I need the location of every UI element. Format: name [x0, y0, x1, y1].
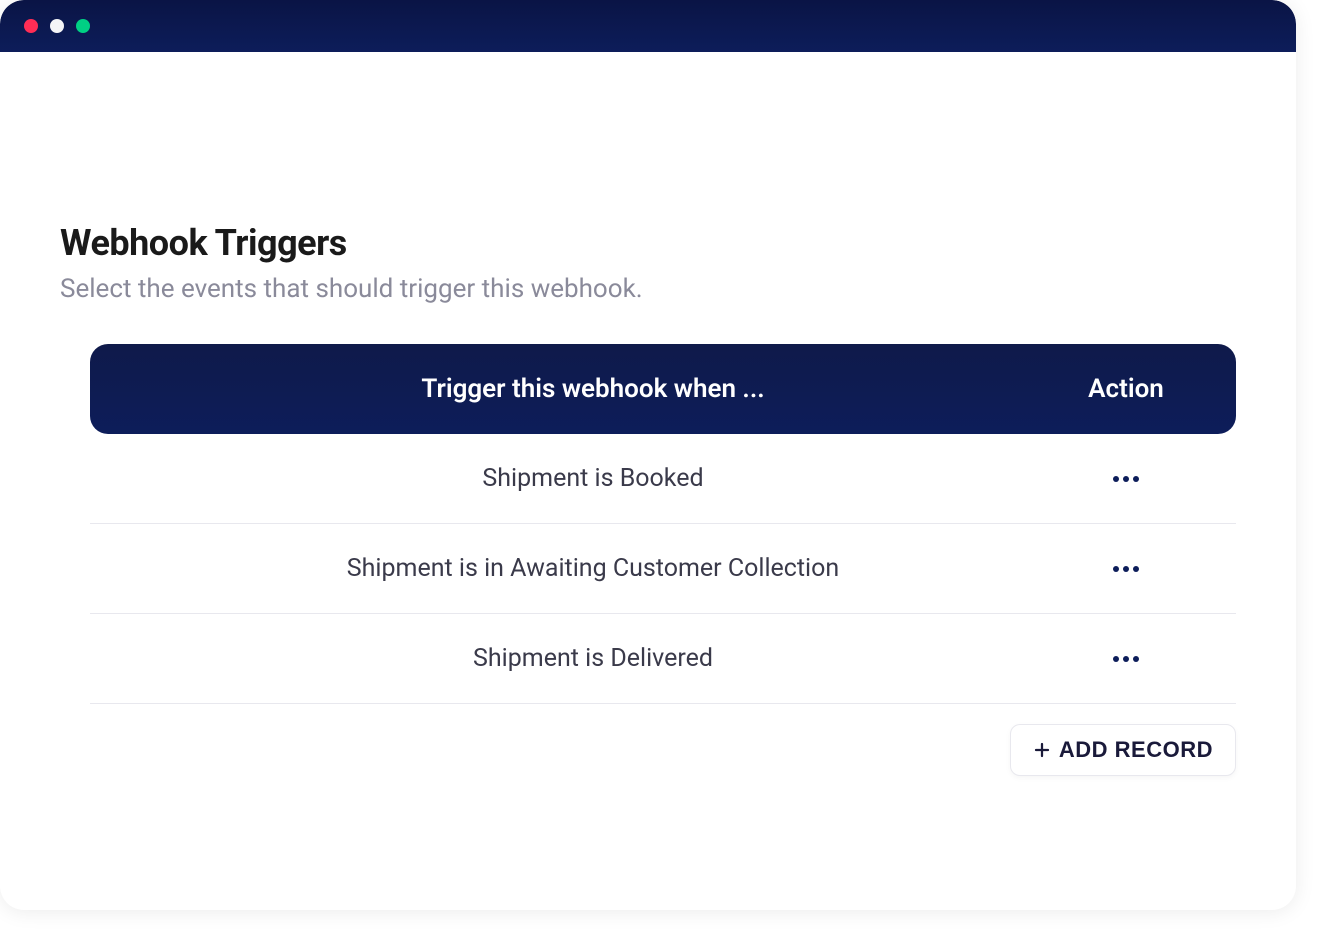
- more-actions-icon[interactable]: [1105, 468, 1147, 490]
- action-cell: [1056, 648, 1196, 670]
- app-window: Webhook Triggers Select the events that …: [0, 0, 1296, 910]
- page-title: Webhook Triggers: [60, 222, 1236, 264]
- main-content: Webhook Triggers Select the events that …: [0, 52, 1296, 776]
- window-maximize-button[interactable]: [76, 19, 90, 33]
- column-header-trigger: Trigger this webhook when ...: [130, 374, 1056, 404]
- table-row: Shipment is in Awaiting Customer Collect…: [90, 524, 1236, 614]
- table-row: Shipment is Delivered: [90, 614, 1236, 704]
- trigger-cell: Shipment is Booked: [130, 464, 1056, 493]
- window-minimize-button[interactable]: [50, 19, 64, 33]
- action-cell: [1056, 558, 1196, 580]
- table-footer-actions: ADD RECORD: [120, 724, 1236, 776]
- window-titlebar: [0, 0, 1296, 52]
- table-row: Shipment is Booked: [90, 434, 1236, 524]
- table-header-row: Trigger this webhook when ... Action: [90, 344, 1236, 434]
- more-actions-icon[interactable]: [1105, 648, 1147, 670]
- action-cell: [1056, 468, 1196, 490]
- trigger-cell: Shipment is in Awaiting Customer Collect…: [130, 554, 1056, 583]
- more-actions-icon[interactable]: [1105, 558, 1147, 580]
- column-header-action: Action: [1056, 374, 1196, 404]
- plus-icon: [1033, 741, 1051, 759]
- trigger-cell: Shipment is Delivered: [130, 644, 1056, 673]
- window-close-button[interactable]: [24, 19, 38, 33]
- add-record-button[interactable]: ADD RECORD: [1010, 724, 1236, 776]
- add-record-label: ADD RECORD: [1059, 737, 1213, 763]
- page-subtitle: Select the events that should trigger th…: [60, 274, 1236, 304]
- triggers-table: Trigger this webhook when ... Action Shi…: [90, 344, 1236, 776]
